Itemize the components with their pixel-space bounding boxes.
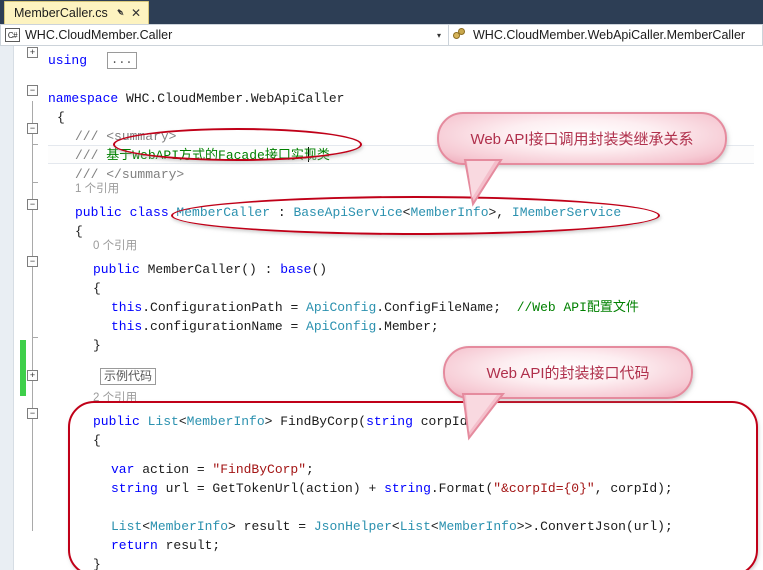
change-tracking-bar <box>20 340 26 396</box>
outline-tick <box>32 182 38 183</box>
code-line: public MemberCaller() : base() <box>93 260 327 279</box>
callout-inheritance-text: Web API接口调用封装类继承关系 <box>470 131 694 148</box>
code-token: //Web API配置文件 <box>516 300 639 315</box>
outline-tick <box>32 337 38 338</box>
tab-title: MemberCaller.cs <box>14 6 108 20</box>
code-line: { <box>57 108 65 127</box>
outline-toggle-method[interactable]: − <box>27 408 38 419</box>
code-token: .ConfigurationPath = <box>142 300 307 315</box>
outline-toggle-namespace[interactable]: − <box>27 85 38 96</box>
indicator-margin <box>0 46 14 570</box>
code-line: { <box>75 222 83 241</box>
callout-inheritance-tail <box>463 159 503 207</box>
codelens-class-references[interactable]: 1 个引用 <box>75 180 119 196</box>
annotation-ellipse-namespace <box>113 128 362 161</box>
outline-toggle-class[interactable]: − <box>27 199 38 210</box>
code-line: this.ConfigurationPath = ApiConfig.Confi… <box>111 298 639 317</box>
code-token: () <box>311 262 328 277</box>
outline-toggle-region[interactable]: + <box>27 370 38 381</box>
code-token: this <box>111 300 143 315</box>
collapsed-using-box[interactable]: ... <box>107 52 137 69</box>
code-token: { <box>75 224 83 239</box>
namespace-dropdown-value: WHC.CloudMember.Caller <box>25 28 173 42</box>
editor-tab-membercaller[interactable]: MemberCaller.cs ✒ ✕ <box>4 1 150 24</box>
collapsed-region-box[interactable]: 示例代码 <box>100 368 157 385</box>
class-dropdown[interactable]: WHC.CloudMember.WebApiCaller.MemberCalle… <box>449 24 763 46</box>
outlining-margin: + − − − − + − <box>27 46 43 570</box>
code-token: using <box>48 53 95 68</box>
chevron-down-icon[interactable]: ▾ <box>432 31 446 40</box>
code-line: namespace WHC.CloudMember.WebApiCaller <box>48 89 344 108</box>
code-token: /// <box>75 129 107 144</box>
code-token: { <box>57 110 65 125</box>
class-icon <box>453 28 468 42</box>
code-token: ApiConfig <box>306 300 377 315</box>
callout-api-wrapper-code-text: Web API的封装接口代码 <box>486 365 650 382</box>
code-token: .ConfigFileName; <box>376 300 517 315</box>
outline-vertical-line <box>32 101 33 531</box>
outline-toggle-summary[interactable]: − <box>27 123 38 134</box>
code-token: .Member; <box>376 319 439 334</box>
code-token: public <box>93 262 148 277</box>
code-token: MemberCaller() : <box>147 262 281 277</box>
code-token: public class <box>75 205 177 220</box>
codelens-constructor-references[interactable]: 0 个引用 <box>93 237 137 253</box>
code-token: /// <box>75 148 107 163</box>
annotation-rect-method-body <box>68 401 758 570</box>
code-line: } <box>93 336 101 355</box>
tab-strip: MemberCaller.cs ✒ ✕ <box>0 0 763 24</box>
namespace-dropdown[interactable]: C# WHC.CloudMember.Caller ▾ <box>0 24 449 46</box>
navigation-bar: C# WHC.CloudMember.Caller ▾ WHC.CloudMem… <box>0 24 763 46</box>
code-token: namespace <box>48 91 127 106</box>
outline-tick <box>32 144 38 145</box>
outline-toggle-using[interactable]: + <box>27 47 38 58</box>
code-token: base <box>280 262 312 277</box>
close-icon[interactable]: ✕ <box>131 7 141 19</box>
code-token: this <box>111 319 143 334</box>
code-token: .configurationName = <box>142 319 307 334</box>
pin-icon[interactable]: ✒ <box>112 5 127 20</box>
code-token: ApiConfig <box>306 319 377 334</box>
outline-toggle-constructor[interactable]: − <box>27 256 38 267</box>
code-line: this.configurationName = ApiConfig.Membe… <box>111 317 439 336</box>
csharp-file-icon: C# <box>5 28 20 42</box>
code-token: WHC.CloudMember.WebApiCaller <box>126 91 345 106</box>
code-line: { <box>93 279 101 298</box>
code-token: { <box>93 281 101 296</box>
class-dropdown-value: WHC.CloudMember.WebApiCaller.MemberCalle… <box>473 28 746 42</box>
code-token: } <box>93 338 101 353</box>
annotation-ellipse-class-declaration <box>171 196 660 235</box>
code-line: using <box>48 51 95 70</box>
callout-api-wrapper-code-tail <box>461 393 506 441</box>
